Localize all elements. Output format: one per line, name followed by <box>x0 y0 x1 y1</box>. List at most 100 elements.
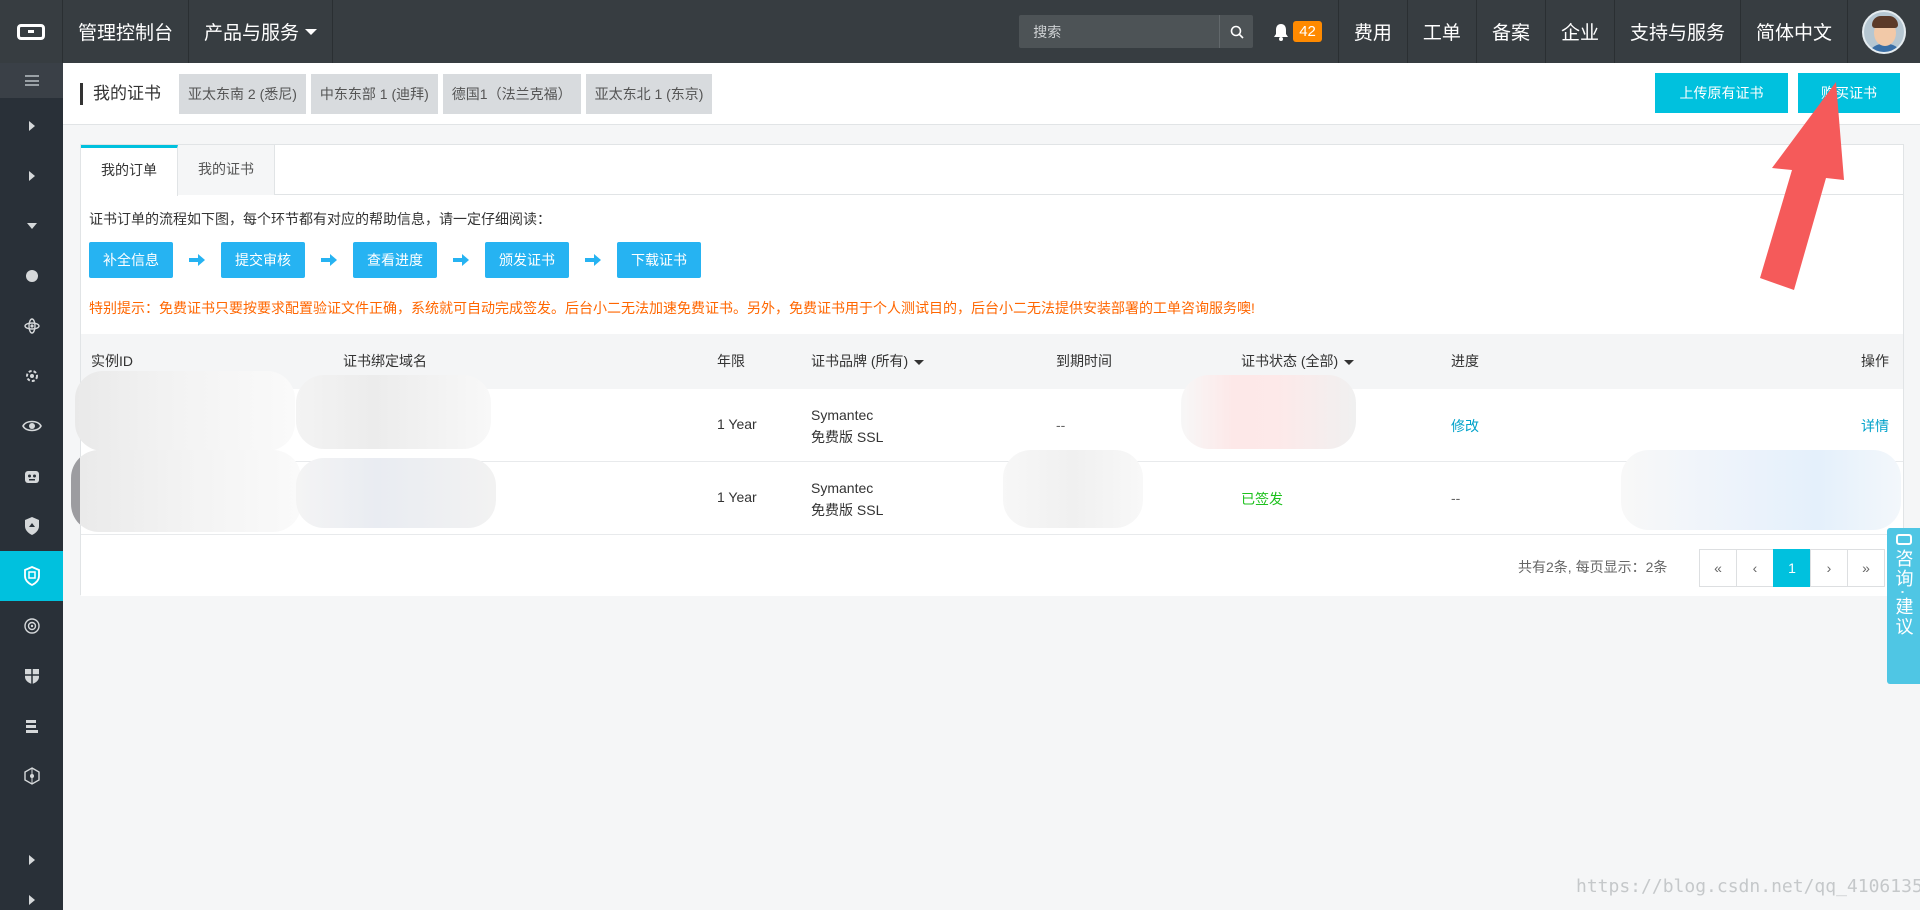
col-brand-filter[interactable]: 证书品牌 (所有) <box>811 334 925 389</box>
shield-grid-icon <box>24 669 39 684</box>
menu-billing[interactable]: 费用 <box>1339 0 1408 63</box>
redacted-domain <box>296 458 496 528</box>
col-brand-label: 证书品牌 (所有) <box>811 353 909 369</box>
sidebar-collapse-group[interactable] <box>0 201 63 251</box>
chevron-right-icon <box>28 121 35 131</box>
sidebar-item-ssl-certificate[interactable] <box>0 551 63 601</box>
annotation-arrow <box>1760 82 1844 290</box>
shield-icon <box>24 517 39 535</box>
flow-intro: 证书订单的流程如下图，每个环节都有对应的帮助信息，请一定仔细阅读： <box>89 211 551 227</box>
stack-icon <box>25 720 38 733</box>
sidebar-expand-4[interactable] <box>0 885 63 910</box>
status-issued: 已签发 <box>1241 491 1283 507</box>
chevron-right-icon <box>28 171 35 181</box>
cell-brand-type: 免费版 SSL <box>811 502 884 518</box>
region-tab-tokyo[interactable]: 亚太东北 1 (东京) <box>585 74 713 114</box>
region-tab-frankfurt[interactable]: 德国1（法兰克福） <box>442 74 581 114</box>
page-title: 我的证书 <box>80 83 161 105</box>
flow-step-submit-review[interactable]: 提交审核 <box>221 242 305 278</box>
col-expire: 到期时间 <box>1056 353 1112 369</box>
prev-page-button[interactable]: ‹ <box>1736 549 1774 587</box>
flow-step-complete-info[interactable]: 补全信息 <box>89 242 173 278</box>
special-notice: 特别提示：免费证书只要按要求配置验证文件正确，系统就可自动完成签发。后台小二无法… <box>89 300 1255 316</box>
flow-step-check-progress[interactable]: 查看进度 <box>353 242 437 278</box>
edit-link[interactable]: 修改 <box>1451 416 1479 436</box>
arrow-right-icon <box>569 254 617 266</box>
cell-term: 1 Year <box>717 416 757 432</box>
flow-step-download-certificate[interactable]: 下载证书 <box>617 242 701 278</box>
top-navbar: 管理控制台 产品与服务 42 费用 工单 备案 企业 支持与服务 简体中文 <box>0 0 1920 63</box>
search-icon <box>1230 25 1244 39</box>
consult-label: 咨询·建议 <box>1893 549 1914 637</box>
sidebar-item-ddos[interactable] <box>0 301 63 351</box>
products-menu[interactable]: 产品与服务 <box>189 0 334 63</box>
arrow-right-icon <box>437 254 485 266</box>
tab-bar: 我的订单 我的证书 <box>81 145 1903 196</box>
page-1-button[interactable]: 1 <box>1773 549 1811 587</box>
redacted-instance-id <box>71 450 301 532</box>
sidebar-item-waf[interactable] <box>0 451 63 501</box>
table-row: 1 Year Symantec 免费版 SSL -- 修改 详情 <box>75 371 1903 462</box>
notification-badge: 42 <box>1293 21 1322 42</box>
chevron-down-icon <box>26 223 37 229</box>
chevron-right-icon <box>28 855 35 865</box>
last-page-button[interactable]: » <box>1847 549 1885 587</box>
search-box <box>1019 15 1254 48</box>
region-tab-dubai[interactable]: 中东东部 1 (迪拜) <box>310 74 438 114</box>
col-status-label: 证书状态 (全部) <box>1241 353 1339 369</box>
consult-feedback-button[interactable]: 咨询·建议 <box>1887 528 1920 684</box>
sidebar-item-security-overview[interactable] <box>0 251 63 301</box>
next-page-button[interactable]: › <box>1810 549 1848 587</box>
notifications-button[interactable]: 42 <box>1271 0 1339 63</box>
sidebar-expand-2[interactable] <box>0 151 63 201</box>
details-link[interactable]: 详情 <box>1861 416 1889 436</box>
region-tabs: 亚太东南 2 (悉尼) 中东东部 1 (迪拜) 德国1（法兰克福） 亚太东北 1… <box>179 74 717 114</box>
sidebar-expand-1[interactable] <box>0 101 63 151</box>
sidebar-toggle[interactable] <box>0 63 63 98</box>
language-switch[interactable]: 简体中文 <box>1741 0 1848 63</box>
cell-term: 1 Year <box>717 489 757 505</box>
first-page-button[interactable]: « <box>1699 549 1737 587</box>
sidebar-item-aegis[interactable] <box>0 501 63 551</box>
sidebar-item-data-security[interactable] <box>0 701 63 751</box>
menu-tickets[interactable]: 工单 <box>1408 0 1477 63</box>
col-action: 操作 <box>1861 353 1889 369</box>
robot-icon <box>24 471 39 483</box>
menu-enterprise[interactable]: 企业 <box>1546 0 1615 63</box>
circle-icon <box>25 270 38 282</box>
sidebar-item-situation[interactable] <box>0 401 63 451</box>
user-avatar-button[interactable] <box>1848 0 1920 63</box>
search-button[interactable] <box>1219 15 1253 48</box>
pagination: « ‹ 1 › » <box>1699 549 1885 587</box>
gear-icon <box>25 370 38 382</box>
sidebar <box>0 63 63 910</box>
search-input[interactable] <box>1019 15 1220 48</box>
sidebar-item-firewall[interactable] <box>0 351 63 401</box>
redacted-expire <box>1003 450 1143 528</box>
menu-support[interactable]: 支持与服务 <box>1615 0 1741 63</box>
sidebar-item-target[interactable] <box>0 601 63 651</box>
avatar <box>1862 9 1906 54</box>
redacted-status <box>1181 375 1356 449</box>
flow-step-issue-certificate[interactable]: 颁发证书 <box>485 242 569 278</box>
col-progress: 进度 <box>1451 353 1479 369</box>
sidebar-item-content-security[interactable] <box>0 651 63 701</box>
sidebar-item-network[interactable] <box>0 751 63 801</box>
menu-icp[interactable]: 备案 <box>1477 0 1546 63</box>
cell-expire: -- <box>1056 417 1066 433</box>
caret-down-icon <box>1344 359 1355 365</box>
redacted-action <box>1621 450 1901 530</box>
orders-panel: 我的订单 我的证书 证书订单的流程如下图，每个环节都有对应的帮助信息，请一定仔细… <box>71 144 1904 596</box>
order-flow: 补全信息 提交审核 查看进度 颁发证书 下载证书 <box>89 242 701 278</box>
tab-my-certificates[interactable]: 我的证书 <box>178 145 275 195</box>
watermark: https://blog.csdn.net/qq_41061352 <box>1576 876 1920 897</box>
tab-my-orders[interactable]: 我的订单 <box>81 145 178 196</box>
products-menu-label: 产品与服务 <box>204 23 300 44</box>
cell-brand-type: 免费版 SSL <box>811 429 884 445</box>
table-row: 1 Year Symantec 免费版 SSL 已签发 -- <box>71 450 1903 535</box>
sidebar-expand-3[interactable] <box>0 835 63 885</box>
console-link[interactable]: 管理控制台 <box>63 0 190 63</box>
region-tab-sydney[interactable]: 亚太东南 2 (悉尼) <box>179 74 306 114</box>
aliyun-logo[interactable] <box>0 0 63 63</box>
arrow-right-icon <box>173 254 221 266</box>
